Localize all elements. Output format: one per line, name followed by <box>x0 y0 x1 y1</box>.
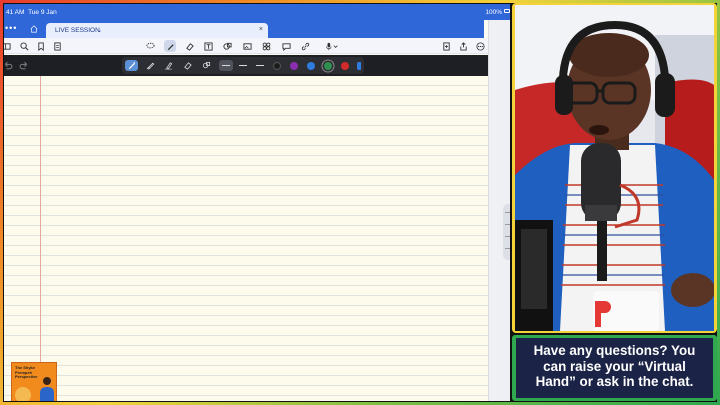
multitask-dots-icon[interactable]: ••• <box>5 23 17 33</box>
home-icon[interactable] <box>30 25 38 33</box>
microphone-icon[interactable] <box>323 40 341 52</box>
share-icon[interactable] <box>457 40 469 52</box>
pages-icon[interactable] <box>51 40 63 52</box>
ipad-screen: 41 AM Tue 9 Jan 100% ••• LIVE SESSION ⌄ … <box>4 4 510 401</box>
color-swatch-green[interactable] <box>324 62 332 70</box>
battery-icon <box>504 9 510 13</box>
bookmark-add-icon[interactable] <box>35 40 47 52</box>
search-icon[interactable] <box>18 40 30 52</box>
pen-toolbar <box>4 55 488 76</box>
caption-line-3: Hand” or ask in the chat. <box>535 374 694 389</box>
webcam-feed <box>515 5 714 331</box>
close-icon[interactable]: × <box>259 26 263 33</box>
lasso-icon[interactable] <box>144 40 156 52</box>
shape-recognition-icon[interactable] <box>200 60 213 71</box>
link-icon[interactable] <box>299 40 311 52</box>
more-icon[interactable] <box>474 40 486 52</box>
pen-options <box>122 57 364 74</box>
eraser-icon[interactable] <box>183 40 195 52</box>
thickness-medium[interactable] <box>236 60 250 71</box>
tab-live-session[interactable]: LIVE SESSION ⌄ × <box>46 23 268 38</box>
caption-line-2: can raise your “Virtual <box>543 358 686 374</box>
shape-icon[interactable] <box>221 40 233 52</box>
notebook-page[interactable] <box>4 76 488 401</box>
sidebar-icon[interactable] <box>4 40 12 52</box>
status-bar: 41 AM Tue 9 Jan 100% <box>4 4 510 20</box>
tab-label: LIVE SESSION <box>55 27 100 34</box>
thickness-thick[interactable] <box>253 60 267 71</box>
thickness-fine[interactable] <box>219 60 233 71</box>
pen-icon[interactable] <box>164 40 176 52</box>
image-icon[interactable] <box>241 40 253 52</box>
text-box-icon[interactable] <box>202 40 214 52</box>
caption-line-1: Have any questions? You <box>533 343 696 358</box>
brush-pen-icon[interactable] <box>162 60 175 71</box>
battery-percent: 100% <box>485 9 502 16</box>
elements-icon[interactable] <box>260 40 272 52</box>
main-toolbar <box>4 38 488 54</box>
add-page-icon[interactable] <box>440 40 452 52</box>
thumbnail-title: The Shyke Prempeh Perspective <box>15 365 38 379</box>
undo-icon[interactable] <box>4 60 13 71</box>
caption-banner: Have any questions? You can raise your “… <box>516 338 713 398</box>
redo-icon[interactable] <box>19 60 30 71</box>
color-swatch-more[interactable] <box>357 62 361 70</box>
page-margin-line <box>40 76 41 401</box>
note-icon[interactable] <box>280 40 292 52</box>
scroll-handle[interactable] <box>503 204 510 260</box>
chevron-down-icon[interactable]: ⌄ <box>97 27 102 34</box>
highlighter-icon[interactable] <box>181 60 194 71</box>
color-swatch-purple[interactable] <box>290 62 298 70</box>
status-time: 41 AM Tue 9 Jan <box>6 9 57 16</box>
thumbnail-circle <box>15 387 31 401</box>
fountain-pen-icon[interactable] <box>125 60 138 71</box>
host-figure-icon <box>40 377 54 401</box>
ball-pen-icon[interactable] <box>144 60 157 71</box>
tabs-bar: ••• LIVE SESSION ⌄ × <box>4 20 484 38</box>
color-swatch-red[interactable] <box>341 62 349 70</box>
color-swatch-blue[interactable] <box>307 62 315 70</box>
podcast-thumbnail: The Shyke Prempeh Perspective <box>11 362 57 401</box>
color-swatch-black[interactable] <box>273 62 281 70</box>
webcam-scene <box>515 5 714 331</box>
